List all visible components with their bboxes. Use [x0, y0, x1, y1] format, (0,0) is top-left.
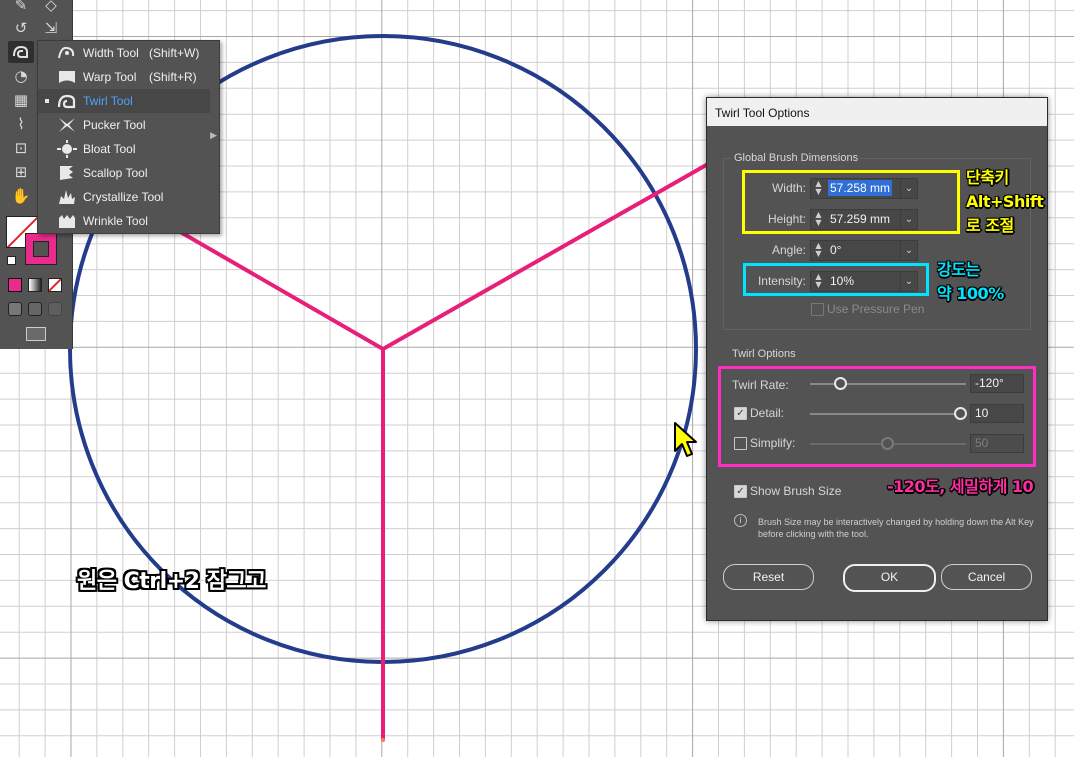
twirl-tool-icon: [57, 92, 77, 110]
intensity-note-line1: 강도는: [937, 260, 980, 279]
anchor-point: [381, 738, 385, 742]
dialog-title: Twirl Tool Options: [715, 106, 810, 120]
crystallize-tool-icon: [57, 188, 77, 206]
dimensions-highlight-box: [742, 170, 960, 234]
warp-tool-icon: [57, 68, 77, 86]
perspective-grid-icon[interactable]: ▦: [8, 89, 34, 111]
twirl-options-highlight-box: [718, 366, 1036, 467]
menu-item-width-tool[interactable]: Width Tool (Shift+W): [38, 41, 210, 65]
info-text: Brush Size may be interactively changed …: [758, 517, 1034, 539]
menu-item-scallop-tool[interactable]: Scallop Tool: [38, 161, 210, 185]
shortcut-note-line2: Alt+Shift: [966, 192, 1044, 211]
show-brush-size-checkbox[interactable]: ✓: [734, 485, 747, 498]
none-mode-icon[interactable]: [48, 278, 62, 292]
reset-button[interactable]: Reset: [723, 564, 814, 590]
intensity-highlight-box: [743, 263, 929, 296]
use-pressure-pen-checkbox[interactable]: [811, 303, 824, 316]
angle-label: Angle:: [771, 243, 806, 257]
spin-arrows-icon[interactable]: ▲ ▼: [814, 242, 823, 258]
mouse-cursor-icon: [674, 422, 697, 457]
width-tool-group-icon[interactable]: [8, 41, 34, 63]
twirl-note: -120도, 세밀하게 10: [887, 477, 1034, 496]
hand-tool-icon[interactable]: ✋: [8, 185, 34, 207]
gradient-mode-icon[interactable]: [28, 278, 42, 292]
screen-mode-icon[interactable]: [26, 327, 46, 341]
scallop-tool-icon: [57, 164, 77, 182]
global-brush-title: Global Brush Dimensions: [732, 152, 861, 164]
pucker-tool-icon: [57, 116, 77, 134]
artboard-tool-icon[interactable]: ⊞: [8, 161, 34, 183]
show-brush-size-label: Show Brush Size: [750, 484, 842, 498]
angle-field[interactable]: ▲ ▼ 0° ⌄: [810, 240, 918, 261]
stroke-swatch[interactable]: [25, 233, 57, 265]
circle-lock-note: 원은 Ctrl+2 잠그고: [77, 569, 266, 594]
dialog-titlebar[interactable]: Twirl Tool Options: [707, 98, 1047, 126]
draw-inside-icon[interactable]: [48, 302, 62, 316]
shape-builder-icon[interactable]: ◔: [8, 65, 34, 87]
color-mode-icon[interactable]: [8, 278, 22, 292]
chevron-down-icon[interactable]: ⌄: [900, 241, 917, 260]
scale-icon[interactable]: ⇲: [38, 17, 64, 39]
menu-item-wrinkle-tool[interactable]: Wrinkle Tool: [38, 209, 210, 233]
cancel-button[interactable]: Cancel: [941, 564, 1032, 590]
paintbrush-icon[interactable]: ✎: [8, 0, 34, 16]
y-line-shape[interactable]: [123, 158, 717, 742]
shortcut-note-line3: 로 조절: [966, 216, 1014, 235]
rotate-icon[interactable]: ↺: [8, 17, 34, 39]
shortcut-note-line1: 단축키: [966, 168, 1009, 187]
menu-item-bloat-tool[interactable]: Bloat Tool: [38, 137, 210, 161]
draw-behind-icon[interactable]: [28, 302, 42, 316]
ok-button[interactable]: OK: [843, 564, 936, 592]
eraser-icon[interactable]: ◇: [38, 0, 64, 16]
eyedropper-icon[interactable]: ⌇: [8, 113, 34, 135]
liquify-tools-flyout: Width Tool (Shift+W) Warp Tool (Shift+R)…: [37, 40, 220, 234]
intensity-note-line2: 약 100%: [937, 284, 1004, 303]
menu-item-pucker-tool[interactable]: Pucker Tool: [38, 113, 210, 137]
menu-item-crystallize-tool[interactable]: Crystallize Tool: [38, 185, 210, 209]
twirl-options-title: Twirl Options: [730, 348, 798, 360]
bloat-tool-icon: [57, 140, 77, 158]
default-colors-icon[interactable]: [7, 256, 16, 265]
use-pressure-pen-label: Use Pressure Pen: [827, 302, 925, 316]
menu-item-warp-tool[interactable]: Warp Tool (Shift+R): [38, 65, 210, 89]
draw-normal-icon[interactable]: [8, 302, 22, 316]
wrinkle-tool-icon: [57, 212, 77, 230]
flyout-tearoff-arrow-icon[interactable]: ▶: [210, 131, 217, 141]
width-tool-icon: [57, 44, 77, 62]
info-icon: i: [734, 514, 747, 527]
menu-item-twirl-tool[interactable]: Twirl Tool: [38, 89, 210, 113]
symbol-sprayer-icon[interactable]: ⊡: [8, 137, 34, 159]
selected-bullet: [45, 99, 49, 103]
